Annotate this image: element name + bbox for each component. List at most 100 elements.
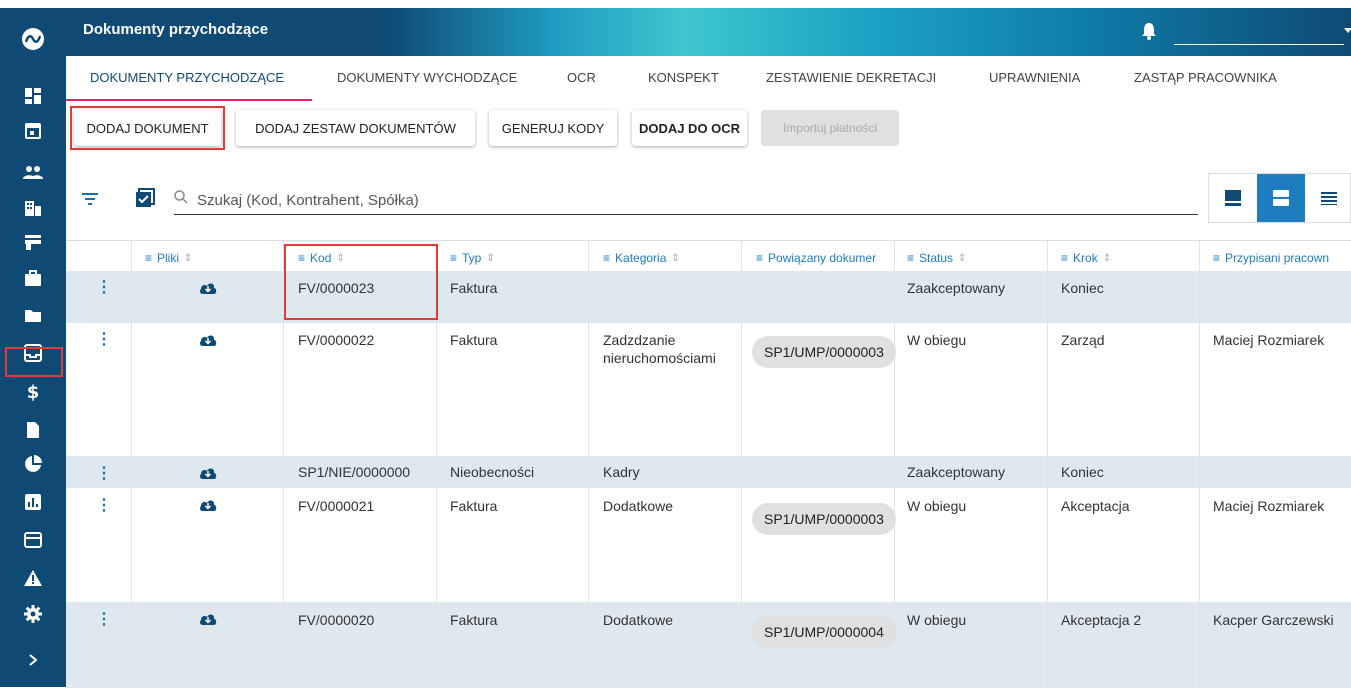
sort-icon[interactable]: ⇕: [486, 253, 494, 264]
active-menu-highlight: [5, 347, 63, 377]
row-code[interactable]: FV/0000021: [298, 497, 374, 515]
code-column-highlight: [284, 244, 438, 320]
add-to-ocr-button[interactable]: DODAJ DO OCR: [632, 110, 747, 146]
filter-icon[interactable]: [82, 192, 98, 210]
documents-table: ≡ Pliki ⇕ ≡ Kod ⇕ ≡ Typ ⇕ ≡ Kategoria ⇕ ≡ Powiąza…: [66, 240, 1351, 688]
column-header-related-document[interactable]: ≡ Powiązany dokumer: [756, 251, 894, 265]
app-logo[interactable]: [22, 28, 44, 50]
sort-icon[interactable]: ⇕: [184, 253, 192, 264]
row-type: Faktura: [450, 280, 498, 296]
pie-chart-icon[interactable]: [21, 452, 45, 476]
related-document-chip[interactable]: SP1/UMP/0000003: [752, 503, 896, 535]
add-document-set-button[interactable]: DODAJ ZESTAW DOKUMENTÓW: [236, 110, 475, 146]
calendar-icon[interactable]: [21, 118, 45, 142]
sort-icon[interactable]: ⇕: [1103, 253, 1111, 264]
row-menu-icon[interactable]: ⋮: [96, 495, 112, 515]
tab-ocr[interactable]: OCR: [567, 70, 596, 85]
buildings-icon[interactable]: [21, 196, 45, 220]
credit-card-icon[interactable]: [21, 528, 45, 552]
row-type: Faktura: [450, 498, 498, 514]
column-header-category[interactable]: ≡ Kategoria ⇕: [603, 251, 680, 265]
store-icon[interactable]: [21, 230, 45, 254]
add-document-highlight: [70, 106, 225, 150]
row-menu-icon[interactable]: ⋮: [96, 463, 112, 483]
folder-icon[interactable]: [21, 304, 45, 328]
row-type: Nieobecności: [450, 464, 535, 480]
search-input[interactable]: Szukaj (Kod, Kontrahent, Spółka): [197, 192, 419, 209]
tab-decree-summary[interactable]: ZESTAWIENIE DEKRETACJI: [766, 70, 936, 85]
filter-icon[interactable]: ≡: [756, 251, 763, 265]
view-density-toggle: [1208, 173, 1351, 223]
list-view-icon[interactable]: [1305, 174, 1351, 222]
tab-permissions[interactable]: UPRAWNIENIA: [989, 70, 1080, 85]
table-row[interactable]: [66, 488, 1351, 602]
row-assigned: Kacper Garczewski: [1213, 612, 1334, 628]
sidebar: $: [0, 8, 66, 687]
cloud-download-icon[interactable]: [199, 498, 217, 516]
page-title: Dokumenty przychodzące: [83, 21, 269, 38]
tab-replace-employee[interactable]: ZASTĄP PRACOWNIKA: [1134, 70, 1277, 85]
filter-icon[interactable]: ≡: [1061, 251, 1068, 265]
row-menu-icon[interactable]: ⋮: [96, 609, 112, 629]
row-step: Koniec: [1061, 280, 1104, 296]
tab-outgoing-documents[interactable]: DOKUMENTY WYCHODZĄCE: [337, 70, 517, 85]
cloud-download-icon[interactable]: [199, 281, 217, 299]
filter-icon[interactable]: ≡: [1213, 251, 1220, 265]
related-document-chip[interactable]: SP1/UMP/0000003: [752, 336, 896, 368]
row-code[interactable]: SP1/NIE/0000000: [298, 463, 410, 481]
row-type: Faktura: [450, 612, 498, 628]
tab-konspekt[interactable]: KONSPEKT: [648, 70, 719, 85]
filter-icon[interactable]: ≡: [907, 251, 914, 265]
dollar-icon[interactable]: $: [21, 380, 45, 404]
user-select-underline[interactable]: [1174, 44, 1344, 45]
related-document-chip[interactable]: SP1/UMP/0000004: [752, 616, 896, 648]
row-category: Dodatkowe: [603, 612, 674, 628]
briefcase-icon[interactable]: [21, 266, 45, 290]
sort-icon[interactable]: ⇕: [958, 253, 966, 264]
filter-icon[interactable]: ≡: [603, 251, 610, 265]
row-type: Faktura: [450, 332, 498, 348]
active-tab-underline: [66, 99, 312, 101]
row-category: Kadry: [603, 464, 640, 480]
row-assigned: Maciej Rozmiarek: [1213, 498, 1325, 514]
column-header-type[interactable]: ≡ Typ ⇕: [450, 251, 495, 265]
column-header-status[interactable]: ≡ Status ⇕: [907, 251, 966, 265]
table-row[interactable]: [66, 456, 1351, 488]
row-status: W obiegu: [907, 332, 967, 348]
cloud-download-icon[interactable]: [199, 466, 217, 484]
row-status: Zaakceptowany: [907, 280, 1006, 296]
table-row[interactable]: [66, 271, 1351, 323]
medium-view-icon[interactable]: [1257, 174, 1305, 222]
settings-icon[interactable]: [21, 602, 45, 626]
expand-chevron-icon[interactable]: [21, 648, 45, 672]
column-header-step[interactable]: ≡ Krok ⇕: [1061, 251, 1111, 265]
chevron-down-icon[interactable]: [1344, 28, 1351, 33]
row-code[interactable]: FV/0000022: [298, 331, 374, 349]
row-menu-icon[interactable]: ⋮: [96, 277, 112, 297]
column-header-assigned-employees[interactable]: ≡ Przypisani pracown: [1213, 251, 1351, 265]
people-icon[interactable]: [21, 160, 45, 184]
dashboard-icon[interactable]: [21, 84, 45, 108]
table-row[interactable]: [66, 602, 1351, 688]
tab-incoming-documents[interactable]: DOKUMENTY PRZYCHODZĄCE: [90, 70, 284, 85]
bar-chart-icon[interactable]: [21, 490, 45, 514]
search-icon: [174, 190, 188, 209]
cloud-download-icon[interactable]: [199, 612, 217, 630]
filter-icon[interactable]: ≡: [450, 251, 457, 265]
column-header-files[interactable]: ≡ Pliki ⇕: [145, 251, 192, 265]
row-code[interactable]: FV/0000020: [298, 611, 374, 629]
warning-icon[interactable]: [21, 566, 45, 590]
compact-view-icon[interactable]: [1209, 174, 1257, 222]
row-step: Akceptacja: [1061, 498, 1130, 514]
cloud-download-icon[interactable]: [199, 333, 217, 351]
select-all-checkbox-icon[interactable]: [135, 188, 155, 213]
sort-icon[interactable]: ⇕: [671, 253, 679, 264]
row-category: Zadzdzanie nieruchomościami: [603, 332, 716, 366]
generate-codes-button[interactable]: GENERUJ KODY: [489, 110, 617, 146]
row-menu-icon[interactable]: ⋮: [96, 329, 112, 349]
app-header: Dokumenty przychodzące: [66, 8, 1351, 56]
row-status: W obiegu: [907, 498, 967, 514]
bell-icon[interactable]: [1142, 22, 1156, 45]
filter-icon[interactable]: ≡: [145, 251, 152, 265]
document-icon[interactable]: [21, 418, 45, 442]
